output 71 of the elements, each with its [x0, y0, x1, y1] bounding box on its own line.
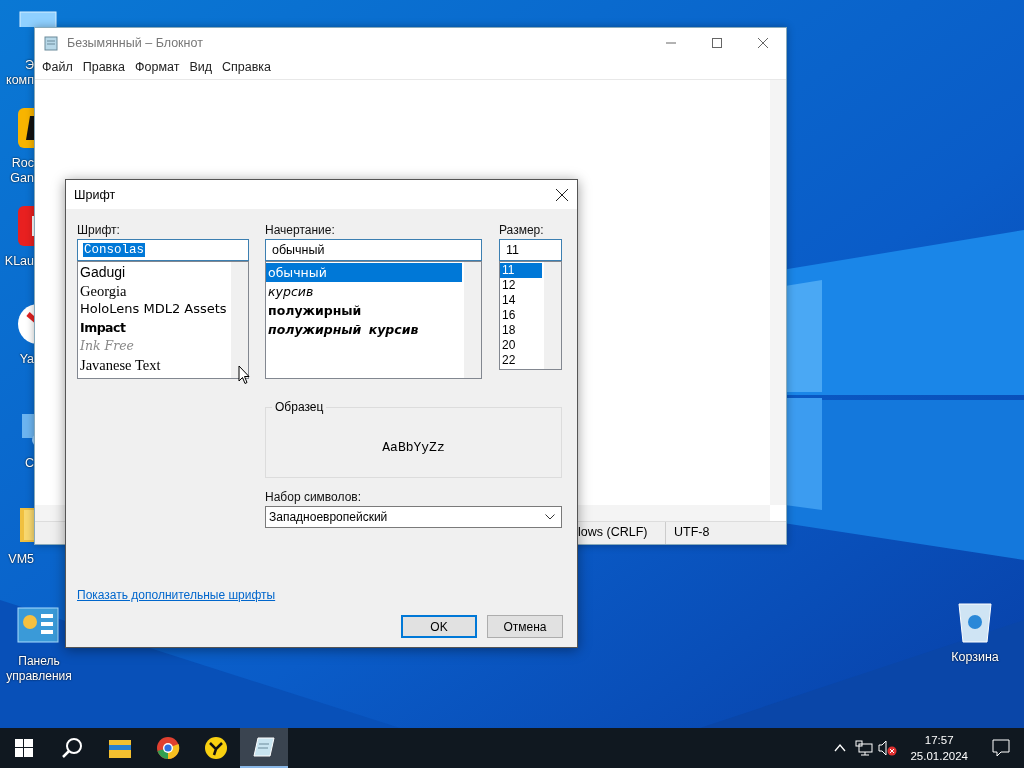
charset-dropdown[interactable]: Западноевропейский — [265, 506, 562, 528]
field-label: Шрифт: — [77, 223, 121, 237]
font-size-item[interactable]: 22 — [500, 353, 542, 368]
monitor-icon[interactable] — [16, 8, 60, 27]
taskbar-app-button[interactable] — [240, 728, 288, 768]
ok-button[interactable]: OK — [401, 615, 477, 638]
status-text: UTF-8 — [665, 522, 766, 544]
windows-logo-icon — [15, 739, 33, 757]
font-size-item[interactable]: 18 — [500, 323, 542, 338]
icon-label[interactable]: Ya — [19, 352, 34, 367]
dialog-title: Шрифт — [74, 187, 116, 202]
scrollbar[interactable] — [770, 80, 786, 505]
scrollbar[interactable] — [231, 262, 248, 378]
font-style-item[interactable]: полужирный — [266, 301, 462, 320]
font-name-field[interactable]: Consolas — [77, 239, 249, 261]
icon-label[interactable]: KLau — [4, 254, 34, 269]
icon-label[interactable]: Корзина — [951, 650, 999, 664]
menu-item[interactable]: Файл — [37, 58, 78, 76]
font-list-item[interactable]: Ink Free — [78, 337, 136, 356]
font-size-item[interactable]: 20 — [500, 338, 542, 353]
font-list-item[interactable]: Javanese Text — [78, 355, 163, 374]
window-title: Безымянный – Блокнот — [67, 35, 204, 50]
app-icon — [204, 736, 228, 760]
menu-item[interactable]: Формат — [129, 58, 185, 76]
font-size-item[interactable]: 12 — [500, 278, 542, 293]
speech-bubble-icon — [992, 739, 1010, 757]
font-size-item[interactable]: 11 — [500, 263, 542, 278]
field-label: Размер: — [499, 223, 545, 237]
scrollbar[interactable] — [544, 262, 561, 369]
icon-label[interactable]: C — [24, 456, 34, 471]
date-text: 25.01.2024 — [910, 749, 968, 764]
more-fonts-link[interactable]: Показать дополнительные шрифты — [77, 588, 276, 602]
menu-item[interactable]: Правка — [77, 58, 130, 76]
close-icon — [758, 37, 768, 48]
field-label: Набор символов: — [265, 490, 363, 504]
font-list-item[interactable]: Georgia — [78, 281, 129, 300]
browser-icon — [156, 736, 180, 760]
notepad-icon — [43, 34, 59, 51]
field-label: Начертание: — [265, 223, 336, 237]
font-style-item[interactable]: курсив — [266, 282, 462, 301]
folder-icon — [108, 737, 132, 759]
menu-item[interactable]: Справка — [217, 58, 277, 76]
font-size-item[interactable]: 14 — [500, 293, 542, 308]
font-list-item[interactable]: HoloLens MDL2 Assets — [78, 300, 229, 319]
icon-label[interactable]: VM5 — [8, 552, 34, 567]
close-icon — [556, 188, 568, 201]
cancel-button[interactable]: Отмена — [487, 615, 563, 638]
font-style-field[interactable]: обычный — [265, 239, 482, 261]
font-list-item[interactable]: Gadugi — [78, 263, 128, 282]
time-text: 17:57 — [924, 733, 954, 748]
sample-text: AaBbYyZz — [382, 440, 445, 455]
chevron-down-icon — [545, 514, 555, 520]
font-style-item[interactable]: полужирный курсив — [266, 320, 462, 339]
clock[interactable]: 17:57 25.01.2024 — [900, 732, 976, 764]
font-list-item[interactable]: Impact — [78, 318, 128, 337]
menu-item[interactable]: Вид — [184, 58, 217, 76]
icon-label[interactable]: Панель управления — [3, 654, 75, 684]
font-size-item[interactable]: 16 — [500, 308, 542, 323]
font-size-field[interactable]: 11 — [499, 239, 562, 261]
recycle-bin-icon[interactable] — [955, 600, 995, 644]
notepad-icon — [253, 736, 275, 758]
group-label: Образец — [272, 400, 327, 414]
icon-label[interactable]: Roc Gan — [10, 156, 34, 186]
app-icon[interactable] — [16, 106, 34, 150]
scrollbar[interactable] — [464, 262, 481, 378]
search-icon — [61, 737, 83, 759]
app-icon[interactable] — [16, 204, 34, 248]
status-text: lows (CRLF) — [577, 524, 649, 541]
maximize-icon — [712, 37, 722, 48]
font-style-item[interactable]: обычный — [266, 263, 462, 282]
icon-label[interactable]: Э комп — [6, 58, 34, 88]
